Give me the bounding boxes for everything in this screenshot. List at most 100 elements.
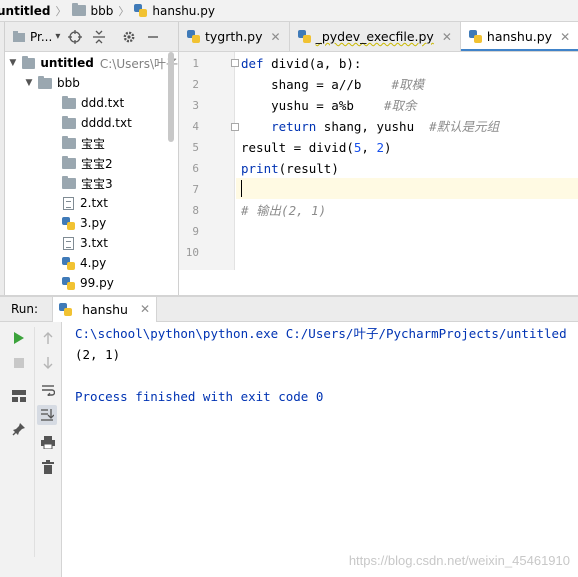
- code-line-1: def divid(a, b):: [241, 53, 361, 74]
- run-panel-header: Run: hanshu ✕: [0, 296, 578, 322]
- python-file-icon: [59, 302, 73, 316]
- tree-item-untitled[interactable]: ▼ untitled C:\Users\叶子: [5, 53, 178, 73]
- expand-arrow-icon[interactable]: ▼: [23, 78, 35, 88]
- tree-item-bbb[interactable]: ▼ bbb: [5, 73, 178, 93]
- run-console[interactable]: C:\school\python\python.exe C:/Users/叶子/…: [62, 322, 578, 577]
- text-file-icon: [63, 236, 74, 250]
- folder-icon: [62, 115, 76, 129]
- tree-item-4-py[interactable]: 4.py: [5, 253, 178, 273]
- run-toolbar: [0, 322, 62, 577]
- close-icon[interactable]: ✕: [271, 30, 281, 44]
- tree-item-99-py[interactable]: 99.py: [5, 273, 178, 293]
- code-line-6: print(result): [241, 158, 339, 179]
- tree-item-label: 宝宝: [81, 136, 106, 151]
- code-comment: #取余: [384, 98, 417, 113]
- tree-item-label: dddd.txt: [81, 116, 132, 130]
- line-number: 5: [192, 141, 199, 154]
- breadcrumb: untitled 〉 bbb 〉 hanshu.py: [0, 0, 578, 22]
- editor-tabs: tygrth.py ✕ _pydev_execfile.py ✕ hanshu.…: [178, 22, 578, 52]
- folder-icon: [62, 95, 76, 109]
- current-line-highlight: [236, 178, 578, 199]
- scroll-up-icon[interactable]: [38, 328, 58, 348]
- scroll-down-icon[interactable]: [38, 353, 58, 373]
- layout-icon[interactable]: [9, 386, 29, 406]
- scroll-to-end-icon[interactable]: [37, 405, 57, 425]
- gutter-empty: [179, 270, 235, 295]
- python-file-icon: [62, 216, 75, 230]
- folder-icon: [62, 175, 76, 189]
- code-text: ): [384, 140, 392, 155]
- tree-item-2-txt[interactable]: 2.txt: [5, 193, 178, 213]
- tree-item-label: 宝宝2: [81, 156, 113, 171]
- code-keyword: print: [241, 161, 279, 176]
- close-icon[interactable]: ✕: [560, 30, 570, 44]
- tree-item-label: 4.py: [80, 256, 107, 270]
- python-file-icon: [187, 30, 200, 43]
- breadcrumb-project[interactable]: untitled: [0, 4, 51, 18]
- tab-label: hanshu.py: [486, 29, 553, 44]
- gear-icon[interactable]: [120, 28, 138, 46]
- code-text: shang = a//b: [241, 77, 392, 92]
- code-line-8: # 输出(2, 1): [241, 200, 326, 221]
- python-file-icon: [297, 30, 311, 43]
- code-comment: #取模: [391, 77, 425, 92]
- run-tab-hanshu[interactable]: hanshu ✕: [52, 296, 157, 322]
- close-icon[interactable]: ✕: [442, 30, 452, 44]
- tree-item-baobao2[interactable]: 宝宝2: [5, 153, 178, 173]
- code-text: yushu = a%b: [241, 98, 384, 113]
- folder-icon: [71, 3, 86, 16]
- breadcrumb-folder-label: bbb: [90, 3, 114, 18]
- line-number: 4: [192, 120, 199, 133]
- close-icon[interactable]: ✕: [140, 302, 150, 316]
- folder-icon: [38, 75, 52, 89]
- tree-item-dddd-txt[interactable]: dddd.txt: [5, 113, 178, 133]
- line-number: 8: [192, 204, 199, 217]
- chevron-down-icon[interactable]: ▾: [55, 31, 60, 42]
- tree-item-label: 宝宝3: [81, 176, 113, 191]
- rerun-icon[interactable]: [9, 328, 29, 348]
- breadcrumb-file[interactable]: hanshu.py: [134, 4, 215, 18]
- tree-scrollbar[interactable]: [168, 52, 174, 142]
- tree-item-label: 3.py: [80, 216, 107, 230]
- tab-hanshu[interactable]: hanshu.py ✕: [460, 22, 578, 51]
- breadcrumb-project-label: untitled: [0, 3, 51, 18]
- line-number: 7: [192, 183, 199, 196]
- code-number: 2: [376, 140, 385, 155]
- tree-item-3-py[interactable]: 3.py: [5, 213, 178, 233]
- expand-arrow-icon[interactable]: ▼: [7, 58, 19, 68]
- tree-item-path-hint: C:\Users\叶子: [99, 56, 178, 71]
- python-file-icon: [468, 30, 482, 43]
- tab-pydev-execfile[interactable]: _pydev_execfile.py ✕: [290, 22, 461, 51]
- minimize-icon[interactable]: [144, 28, 162, 46]
- line-number: 1: [192, 57, 199, 70]
- code-text: ,: [361, 140, 377, 155]
- code-editor[interactable]: 1 2 3 4 5 6 7 8 9 10 def divid(a, b): sh…: [178, 52, 578, 295]
- tree-item-ddd-txt[interactable]: ddd.txt: [5, 93, 178, 113]
- code-line-4: return shang, yushu #默认是元组: [241, 116, 499, 137]
- line-number: 10: [185, 246, 199, 259]
- tree-item-3-txt[interactable]: 3.txt: [5, 233, 178, 253]
- stop-icon[interactable]: [9, 353, 29, 373]
- soft-wrap-icon[interactable]: [38, 380, 58, 400]
- trash-icon[interactable]: [38, 457, 58, 477]
- text-file-icon: [63, 196, 74, 210]
- pin-icon[interactable]: [9, 419, 29, 439]
- tree-item-baobao[interactable]: 宝宝: [5, 133, 178, 153]
- tree-item-label: 3.txt: [80, 236, 108, 250]
- fold-marker-icon[interactable]: [231, 59, 239, 67]
- console-command-line: C:\school\python\python.exe C:/Users/叶子/…: [75, 326, 567, 341]
- breadcrumb-file-label: hanshu.py: [152, 3, 215, 18]
- folder-icon: [62, 155, 76, 169]
- project-view-selector[interactable]: Pr...: [30, 30, 52, 44]
- folder-icon: [21, 55, 36, 69]
- print-icon[interactable]: [38, 432, 58, 452]
- collapse-all-icon[interactable]: [90, 28, 108, 46]
- tab-tygrth[interactable]: tygrth.py ✕: [179, 22, 290, 51]
- code-keyword: def: [241, 56, 264, 71]
- locate-file-icon[interactable]: [66, 28, 84, 46]
- tree-item-baobao3[interactable]: 宝宝3: [5, 173, 178, 193]
- breadcrumb-folder[interactable]: bbb: [71, 3, 114, 18]
- tree-item-label: bbb: [57, 76, 80, 90]
- fold-marker-icon[interactable]: [231, 123, 239, 131]
- code-comment: # 输出(2, 1): [241, 203, 327, 218]
